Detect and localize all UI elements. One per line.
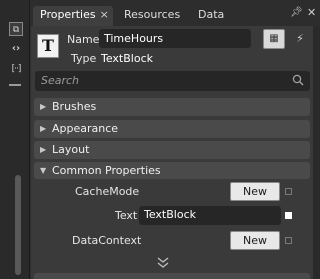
search-icon bbox=[292, 74, 304, 86]
category-label: Layout bbox=[52, 143, 90, 156]
search-box[interactable]: Search bbox=[35, 71, 310, 91]
type-label: Type bbox=[71, 52, 97, 65]
tab-close-icon[interactable]: × bbox=[100, 8, 109, 21]
datacontext-new-button[interactable]: New bbox=[230, 231, 280, 250]
name-label: Name bbox=[67, 33, 100, 46]
category-appearance[interactable]: ▶ Appearance bbox=[34, 120, 310, 138]
panel-scrollbar[interactable] bbox=[313, 26, 320, 279]
tab-data[interactable]: Data bbox=[191, 6, 230, 26]
expand-arrow-icon: ▶ bbox=[40, 102, 47, 111]
left-tool-strip: ⧉ ‹› [··] bbox=[0, 0, 30, 279]
brackets-icon[interactable]: [··] bbox=[9, 62, 23, 76]
tab-properties[interactable]: Properties × bbox=[33, 6, 113, 26]
category-next-partial[interactable] bbox=[34, 273, 310, 279]
tab-bar: Properties × Resources Data 📌︎ ✕ bbox=[31, 0, 320, 29]
textblock-type-icon: T bbox=[37, 34, 59, 58]
pin-icon[interactable]: 📌︎ bbox=[290, 7, 303, 18]
category-brushes[interactable]: ▶ Brushes bbox=[34, 98, 310, 116]
selection-tool-icon[interactable]: ⧉ bbox=[9, 22, 23, 36]
events-view-icon[interactable]: ⚡ bbox=[289, 29, 311, 49]
divider-icon bbox=[9, 84, 21, 87]
tab-properties-label: Properties bbox=[40, 8, 96, 21]
expand-arrow-icon: ▶ bbox=[40, 145, 47, 154]
collapse-arrow-icon: ▼ bbox=[40, 166, 47, 175]
properties-panel: T Name TimeHours Type TextBlock ▦ ⚡ Sear… bbox=[31, 26, 313, 279]
text-label: Text bbox=[115, 209, 138, 222]
tab-data-label: Data bbox=[198, 8, 225, 21]
properties-window: ⧉ ‹› [··] Properties × Resources Data 📌︎ … bbox=[0, 0, 320, 279]
close-window-icon[interactable]: ✕ bbox=[307, 6, 316, 19]
expand-collapse-icon[interactable]: ‹› bbox=[9, 42, 23, 56]
type-value: TextBlock bbox=[101, 52, 153, 65]
name-input[interactable]: TimeHours bbox=[99, 29, 251, 48]
cachemode-advanced-marker[interactable] bbox=[285, 188, 292, 195]
cachemode-new-button[interactable]: New bbox=[230, 182, 280, 201]
tool-strip-scrollbar[interactable] bbox=[15, 175, 21, 275]
category-layout[interactable]: ▶ Layout bbox=[34, 141, 310, 159]
text-advanced-marker[interactable] bbox=[285, 212, 292, 219]
search-placeholder[interactable]: Search bbox=[41, 74, 79, 87]
cachemode-label: CacheMode bbox=[75, 185, 140, 198]
datacontext-label: DataContext bbox=[72, 234, 142, 247]
category-common-properties[interactable]: ▼ Common Properties bbox=[34, 162, 310, 179]
text-input[interactable]: TextBlock bbox=[139, 206, 281, 225]
tab-resources[interactable]: Resources bbox=[117, 6, 186, 26]
tab-resources-label: Resources bbox=[124, 8, 181, 21]
datacontext-advanced-marker[interactable] bbox=[285, 237, 292, 244]
expand-arrow-icon: ▶ bbox=[40, 124, 47, 133]
category-label: Brushes bbox=[52, 100, 97, 113]
category-label: Common Properties bbox=[52, 164, 161, 177]
category-label: Appearance bbox=[52, 122, 119, 135]
chevron-down-icon[interactable] bbox=[156, 257, 170, 269]
properties-view-button[interactable]: ▦ bbox=[263, 29, 285, 49]
